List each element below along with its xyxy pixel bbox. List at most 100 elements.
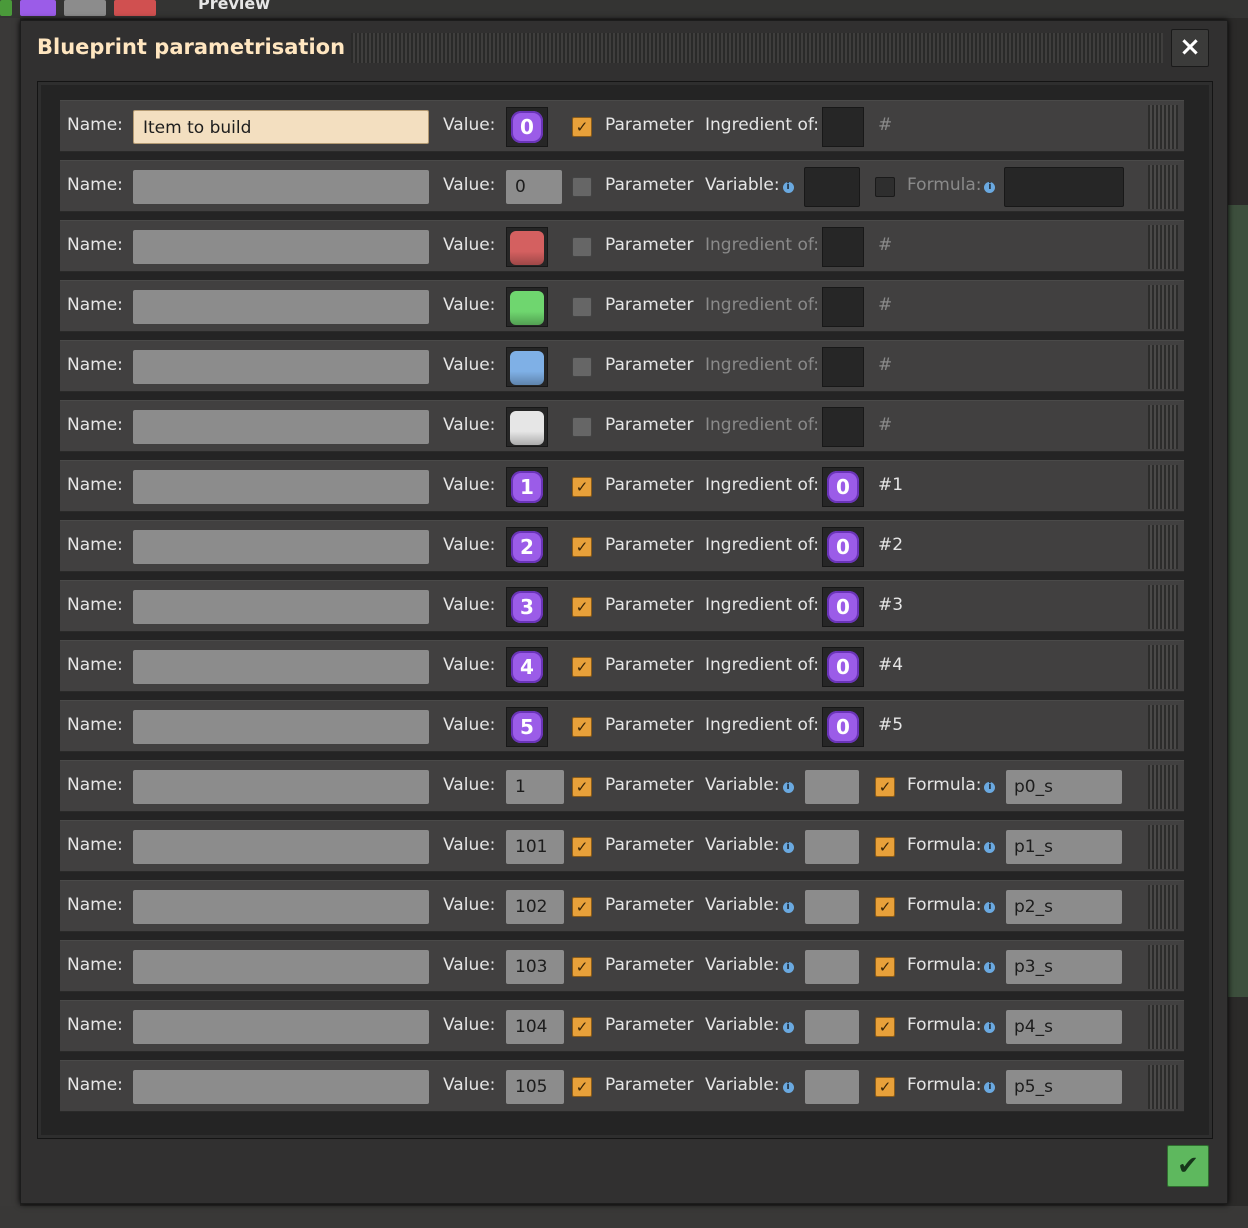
ingredient-signal-slot[interactable]: 0 — [822, 587, 864, 627]
formula-checkbox[interactable]: ✓ — [875, 837, 895, 857]
parameter-checkbox[interactable]: ✓ — [572, 897, 592, 917]
row-drag-handle[interactable] — [1148, 945, 1178, 989]
ingredient-signal-slot[interactable]: 0 — [822, 707, 864, 747]
name-input[interactable] — [133, 710, 429, 744]
name-input[interactable] — [133, 410, 429, 444]
name-input[interactable] — [133, 290, 429, 324]
variable-input[interactable] — [805, 890, 859, 924]
toolbar-green-button[interactable] — [0, 0, 12, 16]
value-input[interactable]: 101 — [506, 830, 564, 864]
parameter-checkbox[interactable] — [572, 417, 592, 437]
parameter-checkbox[interactable]: ✓ — [572, 537, 592, 557]
toolbar-purple-button[interactable] — [20, 0, 56, 16]
row-drag-handle[interactable] — [1148, 1005, 1178, 1049]
name-input[interactable] — [133, 650, 429, 684]
name-input[interactable] — [133, 770, 429, 804]
parameter-checkbox[interactable]: ✓ — [572, 1017, 592, 1037]
name-input[interactable] — [133, 1070, 429, 1104]
row-drag-handle[interactable] — [1148, 105, 1178, 149]
toolbar-delete-button[interactable] — [114, 0, 156, 16]
value-signal-slot[interactable] — [506, 347, 548, 387]
value-signal-slot[interactable] — [506, 407, 548, 447]
info-icon[interactable]: i — [984, 962, 996, 973]
ingredient-signal-slot[interactable] — [822, 347, 864, 387]
value-input[interactable]: 0 — [506, 170, 562, 204]
info-icon[interactable]: i — [782, 1022, 794, 1033]
info-icon[interactable]: i — [984, 1022, 996, 1033]
info-icon[interactable]: i — [782, 182, 794, 193]
parameter-checkbox[interactable]: ✓ — [572, 477, 592, 497]
name-input[interactable] — [133, 1010, 429, 1044]
row-drag-handle[interactable] — [1148, 225, 1178, 269]
variable-input[interactable] — [804, 167, 860, 207]
row-drag-handle[interactable] — [1148, 465, 1178, 509]
info-icon[interactable]: i — [782, 782, 794, 793]
parameter-checkbox[interactable]: ✓ — [572, 777, 592, 797]
row-drag-handle[interactable] — [1148, 705, 1178, 749]
info-icon[interactable]: i — [782, 962, 794, 973]
value-input[interactable]: 1 — [506, 770, 564, 804]
info-icon[interactable]: i — [984, 782, 996, 793]
value-signal-slot[interactable] — [506, 287, 548, 327]
row-drag-handle[interactable] — [1148, 1065, 1178, 1109]
name-input[interactable] — [133, 350, 429, 384]
formula-input[interactable]: p4_s — [1006, 1010, 1122, 1044]
name-input[interactable] — [133, 230, 429, 264]
formula-checkbox[interactable] — [875, 177, 895, 197]
ingredient-signal-slot[interactable]: 0 — [822, 527, 864, 567]
value-input[interactable]: 103 — [506, 950, 564, 984]
value-signal-slot[interactable]: 1 — [506, 467, 548, 507]
ingredient-signal-slot[interactable] — [822, 107, 864, 147]
info-icon[interactable]: i — [984, 1082, 996, 1093]
formula-input[interactable] — [1004, 167, 1124, 207]
value-signal-slot[interactable]: 5 — [506, 707, 548, 747]
value-input[interactable]: 105 — [506, 1070, 564, 1104]
parameter-checkbox[interactable] — [572, 177, 592, 197]
name-input[interactable] — [133, 530, 429, 564]
ingredient-signal-slot[interactable] — [822, 407, 864, 447]
formula-input[interactable]: p3_s — [1006, 950, 1122, 984]
variable-input[interactable] — [805, 1070, 859, 1104]
name-input[interactable] — [133, 950, 429, 984]
ingredient-signal-slot[interactable] — [822, 287, 864, 327]
parameter-checkbox[interactable] — [572, 237, 592, 257]
formula-checkbox[interactable]: ✓ — [875, 777, 895, 797]
row-drag-handle[interactable] — [1148, 645, 1178, 689]
name-input[interactable] — [133, 590, 429, 624]
value-input[interactable]: 104 — [506, 1010, 564, 1044]
formula-input[interactable]: p2_s — [1006, 890, 1122, 924]
formula-input[interactable]: p1_s — [1006, 830, 1122, 864]
row-drag-handle[interactable] — [1148, 765, 1178, 809]
value-signal-slot[interactable]: 4 — [506, 647, 548, 687]
info-icon[interactable]: i — [984, 902, 996, 913]
row-drag-handle[interactable] — [1148, 405, 1178, 449]
info-icon[interactable]: i — [984, 842, 996, 853]
formula-checkbox[interactable]: ✓ — [875, 1077, 895, 1097]
parameter-checkbox[interactable]: ✓ — [572, 657, 592, 677]
toolbar-copy-button[interactable] — [64, 0, 106, 16]
value-input[interactable]: 102 — [506, 890, 564, 924]
info-icon[interactable]: i — [782, 1082, 794, 1093]
ingredient-signal-slot[interactable]: 0 — [822, 647, 864, 687]
info-icon[interactable]: i — [984, 182, 996, 193]
info-icon[interactable]: i — [782, 842, 794, 853]
name-input[interactable] — [133, 170, 429, 204]
value-signal-slot[interactable]: 2 — [506, 527, 548, 567]
value-signal-slot[interactable]: 3 — [506, 587, 548, 627]
dialog-titlebar[interactable]: Blueprint parametrisation × — [21, 21, 1227, 77]
row-drag-handle[interactable] — [1148, 165, 1178, 209]
close-button[interactable]: × — [1171, 29, 1209, 67]
ingredient-signal-slot[interactable]: 0 — [822, 467, 864, 507]
variable-input[interactable] — [805, 770, 859, 804]
drag-handle[interactable] — [351, 33, 1163, 63]
parameter-checkbox[interactable] — [572, 297, 592, 317]
formula-checkbox[interactable]: ✓ — [875, 957, 895, 977]
info-icon[interactable]: i — [782, 902, 794, 913]
variable-input[interactable] — [805, 1010, 859, 1044]
formula-checkbox[interactable]: ✓ — [875, 897, 895, 917]
parameter-checkbox[interactable] — [572, 357, 592, 377]
parameter-checkbox[interactable]: ✓ — [572, 717, 592, 737]
parameter-checkbox[interactable]: ✓ — [572, 597, 592, 617]
row-drag-handle[interactable] — [1148, 345, 1178, 389]
row-drag-handle[interactable] — [1148, 825, 1178, 869]
